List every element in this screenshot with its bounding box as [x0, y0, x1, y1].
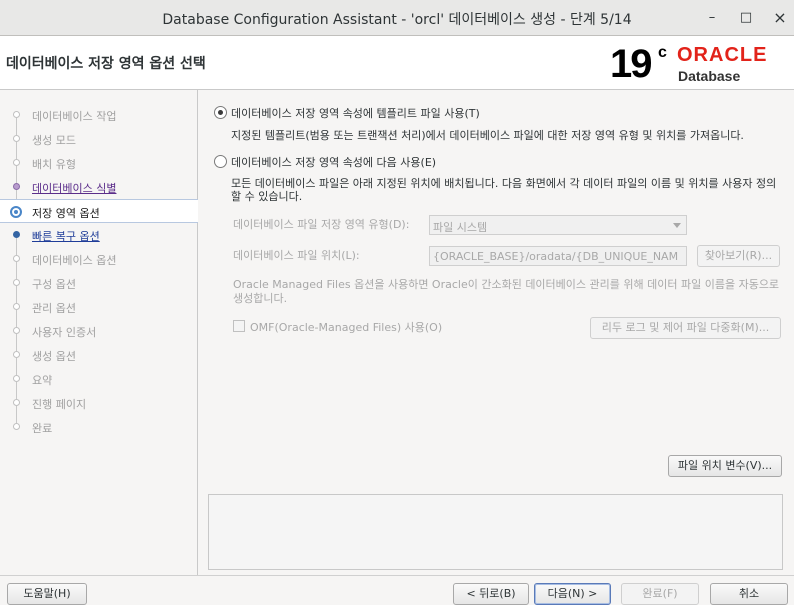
custom-storage-radio[interactable]: [214, 155, 227, 168]
step-label: 저장 영역 옵션: [32, 207, 100, 220]
step-label: 구성 옵션: [32, 278, 76, 291]
storage-type-value: 파일 시스템: [433, 221, 488, 234]
sidebar-step: 구성 옵션: [0, 271, 198, 303]
step-label: 배치 유형: [32, 158, 76, 171]
step-label: 생성 옵션: [32, 350, 76, 363]
custom-storage-label[interactable]: 데이터베이스 저장 영역 속성에 다음 사용(E): [231, 154, 436, 170]
footer: 도움말(H) < 뒤로(B) 다음(N) > 완료(F) 취소: [0, 575, 794, 605]
file-location-label: 데이터베이스 파일 위치(L):: [233, 249, 360, 262]
step-dot-icon: [13, 255, 20, 262]
sidebar-step: 배치 유형: [0, 151, 198, 183]
maximize-button[interactable]: □: [736, 8, 756, 28]
template-storage-label[interactable]: 데이터베이스 저장 영역 속성에 템플리트 파일 사용(T): [231, 105, 480, 121]
storage-type-select[interactable]: 파일 시스템: [429, 215, 687, 235]
step-label: 사용자 인증서: [32, 326, 97, 339]
step-dot-icon: [13, 231, 20, 238]
step-dot-icon: [13, 303, 20, 310]
message-area: [208, 494, 783, 570]
step-dot-icon: [13, 279, 20, 286]
sidebar-step: 생성 옵션: [0, 343, 198, 375]
finish-button[interactable]: 완료(F): [621, 583, 699, 605]
page-title: 데이터베이스 저장 영역 옵션 선택: [6, 56, 206, 72]
omf-checkbox[interactable]: [233, 320, 245, 332]
sidebar-step: 진행 페이지: [0, 391, 198, 423]
step-dot-icon: [13, 159, 20, 166]
step-label: 요약: [32, 374, 53, 387]
back-button[interactable]: < 뒤로(B): [453, 583, 529, 605]
steps-sidebar: 데이터베이스 작업 생성 모드 배치 유형 데이터베이스 식별 저장 영역 옵션…: [0, 90, 198, 575]
step-dot-icon: [13, 183, 20, 190]
step-label: 관리 옵션: [32, 302, 76, 315]
multiplex-redo-button[interactable]: 리두 로그 및 제어 파일 다중화(M)...: [590, 317, 781, 339]
step-label: 완료: [32, 422, 53, 435]
template-storage-radio[interactable]: [214, 106, 227, 119]
minimize-button[interactable]: –: [702, 8, 722, 28]
file-location-variables-button[interactable]: 파일 위치 변수(V)...: [668, 455, 782, 477]
cancel-button[interactable]: 취소: [710, 583, 788, 605]
step-label: 생성 모드: [32, 134, 76, 147]
logo-brand: ORACLE: [677, 44, 768, 66]
sidebar-step: 완료: [0, 415, 198, 439]
custom-storage-description: 모든 데이터베이스 파일은 아래 지정된 위치에 배치됩니다. 다음 화면에서 …: [231, 177, 777, 203]
step-dot-icon: [13, 135, 20, 142]
close-button[interactable]: ×: [770, 8, 790, 28]
step-dot-icon: [13, 399, 20, 406]
sidebar-step: 관리 옵션: [0, 295, 198, 327]
window-title: Database Configuration Assistant - 'orcl…: [162, 12, 632, 28]
window-titlebar: Database Configuration Assistant - 'orcl…: [0, 0, 794, 36]
step-label[interactable]: 빠른 복구 옵션: [32, 228, 100, 244]
step-dot-icon: [13, 351, 20, 358]
step-dot-icon: [13, 111, 20, 118]
sidebar-step: 생성 모드: [0, 127, 198, 159]
sidebar-step-database-identification[interactable]: 데이터베이스 식별: [0, 175, 198, 207]
help-button[interactable]: 도움말(H): [7, 583, 87, 605]
next-button[interactable]: 다음(N) >: [534, 583, 611, 605]
step-dot-icon: [13, 423, 20, 430]
sidebar-step-fast-recovery[interactable]: 빠른 복구 옵션: [0, 223, 198, 255]
omf-checkbox-label[interactable]: OMF(Oracle-Managed Files) 사용(O): [250, 319, 442, 335]
sidebar-step: 데이터베이스 옵션: [0, 247, 198, 279]
step-label: 진행 페이지: [32, 398, 87, 411]
sidebar-step: 데이터베이스 작업: [0, 103, 198, 135]
step-label: 데이터베이스 옵션: [32, 254, 117, 267]
sidebar-step: 요약: [0, 367, 198, 399]
omf-note: Oracle Managed Files 옵션을 사용하면 Oracle이 간소…: [233, 278, 780, 305]
browse-button[interactable]: 찾아보기(R)...: [697, 245, 780, 267]
step-dot-icon: [13, 327, 20, 334]
step-dot-icon: [13, 375, 20, 382]
main-panel: 데이터베이스 저장 영역 속성에 템플리트 파일 사용(T) 지정된 템플리트(…: [199, 90, 794, 575]
logo-version: 19: [610, 42, 652, 86]
step-label: 데이터베이스 작업: [32, 110, 117, 123]
logo-superscript: c: [658, 44, 667, 61]
template-storage-description: 지정된 템플리트(범용 또는 트랜잭션 처리)에서 데이터베이스 파일에 대한 …: [231, 129, 744, 142]
current-step-icon: [10, 206, 22, 218]
sidebar-step-storage-option: 저장 영역 옵션: [0, 199, 198, 223]
storage-type-label: 데이터베이스 파일 저장 영역 유형(D):: [233, 218, 410, 231]
file-location-input[interactable]: {ORACLE_BASE}/oradata/{DB_UNIQUE_NAM: [429, 246, 687, 266]
oracle-database-logo: 19 c ORACLE Database: [610, 42, 790, 86]
sidebar-step: 사용자 인증서: [0, 319, 198, 351]
page-header: 데이터베이스 저장 영역 옵션 선택 19 c ORACLE Database: [0, 36, 794, 90]
logo-product: Database: [678, 68, 741, 84]
step-label[interactable]: 데이터베이스 식별: [32, 180, 116, 196]
chevron-down-icon: [673, 223, 681, 228]
